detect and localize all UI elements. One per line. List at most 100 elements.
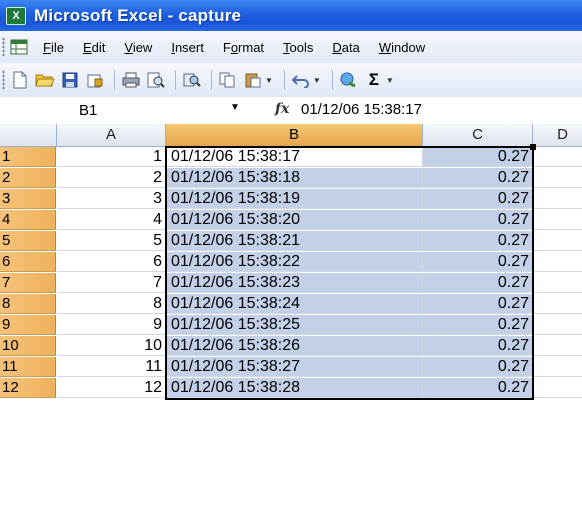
toolbar-grip[interactable] (2, 70, 5, 90)
cell-b[interactable]: 01/12/06 15:38:28 (166, 378, 423, 398)
cell-d[interactable] (533, 294, 582, 314)
cell-a[interactable]: 2 (57, 168, 166, 188)
cell-d[interactable] (533, 189, 582, 209)
row-header[interactable]: 7 (0, 273, 56, 293)
cell-a[interactable]: 4 (57, 210, 166, 230)
permission-icon[interactable] (84, 69, 106, 91)
cell-c[interactable]: 0.27 (423, 294, 533, 314)
cell-d[interactable] (533, 357, 582, 377)
row-header[interactable]: 12 (0, 378, 56, 398)
cell-a[interactable]: 7 (57, 273, 166, 293)
row-header[interactable]: 4 (0, 210, 56, 230)
cell-a[interactable]: 12 (57, 378, 166, 398)
cell-d[interactable] (533, 273, 582, 293)
cell-c[interactable]: 0.27 (423, 273, 533, 293)
cell-c[interactable]: 0.27 (423, 336, 533, 356)
cell-c[interactable]: 0.27 (423, 168, 533, 188)
copy-icon[interactable] (217, 69, 239, 91)
column-header-a[interactable]: A (57, 124, 166, 147)
menu-view[interactable]: View (124, 40, 152, 55)
cell-d[interactable] (533, 231, 582, 251)
cell-b[interactable]: 01/12/06 15:38:27 (166, 357, 423, 377)
autosum-dropdown-icon[interactable]: ▼ (386, 76, 394, 85)
row-header[interactable]: 10 (0, 336, 56, 356)
row-header[interactable]: 6 (0, 252, 56, 272)
cell-b[interactable]: 01/12/06 15:38:24 (166, 294, 423, 314)
cell-b[interactable]: 01/12/06 15:38:18 (166, 168, 423, 188)
cell-d[interactable] (533, 336, 582, 356)
cell-c[interactable]: 0.27 (423, 231, 533, 251)
cell-b[interactable]: 01/12/06 15:38:19 (166, 189, 423, 209)
cell-b[interactable]: 01/12/06 15:38:26 (166, 336, 423, 356)
print-icon[interactable] (120, 69, 142, 91)
menu-window[interactable]: Window (379, 40, 425, 55)
cell-a[interactable]: 6 (57, 252, 166, 272)
menu-edit[interactable]: Edit (83, 40, 105, 55)
column-header-c[interactable]: C (423, 124, 533, 147)
row-header[interactable]: 1 (0, 147, 56, 167)
undo-dropdown-icon[interactable]: ▼ (313, 76, 321, 85)
cell-c[interactable]: 0.27 (423, 315, 533, 335)
cell-b[interactable]: 01/12/06 15:38:21 (166, 231, 423, 251)
row-header[interactable]: 5 (0, 231, 56, 251)
name-box-dropdown-icon[interactable]: ▼ (230, 102, 240, 113)
cell-c[interactable]: 0.27 (423, 252, 533, 272)
open-icon[interactable] (34, 69, 56, 91)
menu-tools[interactable]: Tools (283, 40, 313, 55)
menu-data[interactable]: Data (332, 40, 359, 55)
paste-icon[interactable] (242, 69, 264, 91)
cell-c[interactable]: 0.27 (423, 357, 533, 377)
cell-c[interactable]: 0.27 (423, 147, 533, 167)
cell-c[interactable]: 0.27 (423, 210, 533, 230)
cell-a[interactable]: 3 (57, 189, 166, 209)
print-preview-icon[interactable] (145, 69, 167, 91)
cell-b[interactable]: 01/12/06 15:38:20 (166, 210, 423, 230)
paste-dropdown-icon[interactable]: ▼ (265, 76, 273, 85)
column-header-b[interactable]: B (166, 124, 423, 147)
row-header[interactable]: 8 (0, 294, 56, 314)
cell-d[interactable] (533, 315, 582, 335)
cell-b[interactable]: 01/12/06 15:38:25 (166, 315, 423, 335)
name-box-value[interactable]: B1 (79, 102, 97, 119)
name-box[interactable]: B1 (0, 100, 142, 122)
cell-a[interactable]: 8 (57, 294, 166, 314)
cell-b[interactable]: 01/12/06 15:38:17 (166, 147, 423, 167)
new-icon[interactable] (9, 69, 31, 91)
cell-d[interactable] (533, 147, 582, 167)
column-header-d[interactable]: D (533, 124, 582, 147)
cell-a[interactable]: 9 (57, 315, 166, 335)
autosum-icon[interactable]: Σ (363, 69, 385, 91)
menu-grip[interactable] (2, 37, 5, 57)
cell-a[interactable]: 10 (57, 336, 166, 356)
cell-b[interactable]: 01/12/06 15:38:23 (166, 273, 423, 293)
hyperlink-icon[interactable] (338, 69, 360, 91)
cell-d[interactable] (533, 378, 582, 398)
insert-function-icon[interactable]: fx (275, 101, 289, 117)
cell-d[interactable] (533, 210, 582, 230)
cell-d[interactable] (533, 168, 582, 188)
excel-app-icon[interactable]: X (6, 6, 26, 25)
menu-insert[interactable]: Insert (171, 40, 204, 55)
formula-input[interactable]: 01/12/06 15:38:17 (301, 101, 422, 118)
row-header[interactable]: 11 (0, 357, 56, 377)
select-all-corner[interactable] (0, 124, 57, 147)
workbook-menu-icon[interactable] (9, 38, 29, 56)
cell-a[interactable]: 1 (57, 147, 166, 167)
undo-icon[interactable] (290, 69, 312, 91)
research-icon[interactable] (181, 69, 203, 91)
cell-c[interactable]: 0.27 (423, 189, 533, 209)
cell-b[interactable]: 01/12/06 15:38:22 (166, 252, 423, 272)
toolbar-separator (211, 70, 212, 90)
row-header[interactable]: 3 (0, 189, 56, 209)
cell-c[interactable]: 0.27 (423, 378, 533, 398)
save-icon[interactable] (59, 69, 81, 91)
table-row: 2 2 01/12/06 15:38:18 0.27 (0, 168, 582, 189)
fill-handle[interactable] (530, 144, 536, 150)
menu-file[interactable]: File (43, 40, 64, 55)
row-header[interactable]: 2 (0, 168, 56, 188)
cell-a[interactable]: 5 (57, 231, 166, 251)
menu-format[interactable]: Format (223, 40, 264, 55)
cell-a[interactable]: 11 (57, 357, 166, 377)
cell-d[interactable] (533, 252, 582, 272)
row-header[interactable]: 9 (0, 315, 56, 335)
